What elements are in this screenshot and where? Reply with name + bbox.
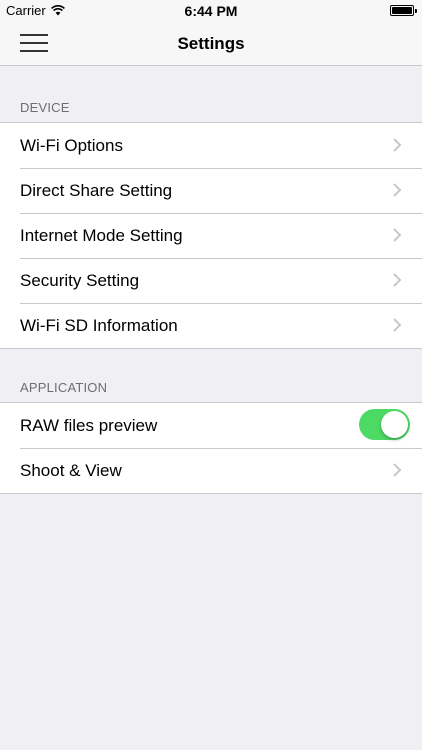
toggle-knob xyxy=(381,411,408,438)
row-label: Shoot & View xyxy=(20,460,122,480)
row-wifi-options[interactable]: Wi-Fi Options xyxy=(0,123,422,168)
chevron-right-icon xyxy=(393,273,402,287)
nav-bar: Settings xyxy=(0,22,422,66)
row-label: Security Setting xyxy=(20,270,140,290)
chevron-right-icon xyxy=(393,183,402,197)
row-shoot-and-view[interactable]: Shoot & View xyxy=(0,448,422,493)
section-header-device: DEVICE xyxy=(20,100,70,115)
device-settings-group: Wi-Fi Options Direct Share Setting Inter… xyxy=(0,122,422,349)
chevron-right-icon xyxy=(393,318,402,332)
row-label: Internet Mode Setting xyxy=(20,225,183,245)
row-label: Wi-Fi Options xyxy=(20,135,123,155)
chevron-right-icon xyxy=(393,228,402,242)
application-settings-group: RAW files preview Shoot & View xyxy=(0,402,422,494)
status-time: 6:44 PM xyxy=(184,3,238,19)
row-label: Direct Share Setting xyxy=(20,180,173,200)
section-header-application: APPLICATION xyxy=(20,380,108,395)
row-security-setting[interactable]: Security Setting xyxy=(0,258,422,303)
row-wifi-sd-information[interactable]: Wi-Fi SD Information xyxy=(0,303,422,348)
raw-files-preview-toggle[interactable] xyxy=(359,409,410,440)
row-internet-mode-setting[interactable]: Internet Mode Setting xyxy=(0,213,422,258)
row-direct-share-setting[interactable]: Direct Share Setting xyxy=(0,168,422,213)
battery-icon xyxy=(390,5,417,16)
row-raw-files-preview: RAW files preview xyxy=(0,403,422,448)
chevron-right-icon xyxy=(393,463,402,477)
row-label: Wi-Fi SD Information xyxy=(20,315,178,335)
chevron-right-icon xyxy=(393,138,402,152)
status-bar: Carrier 6:44 PM xyxy=(0,0,422,22)
page-title: Settings xyxy=(177,34,245,53)
